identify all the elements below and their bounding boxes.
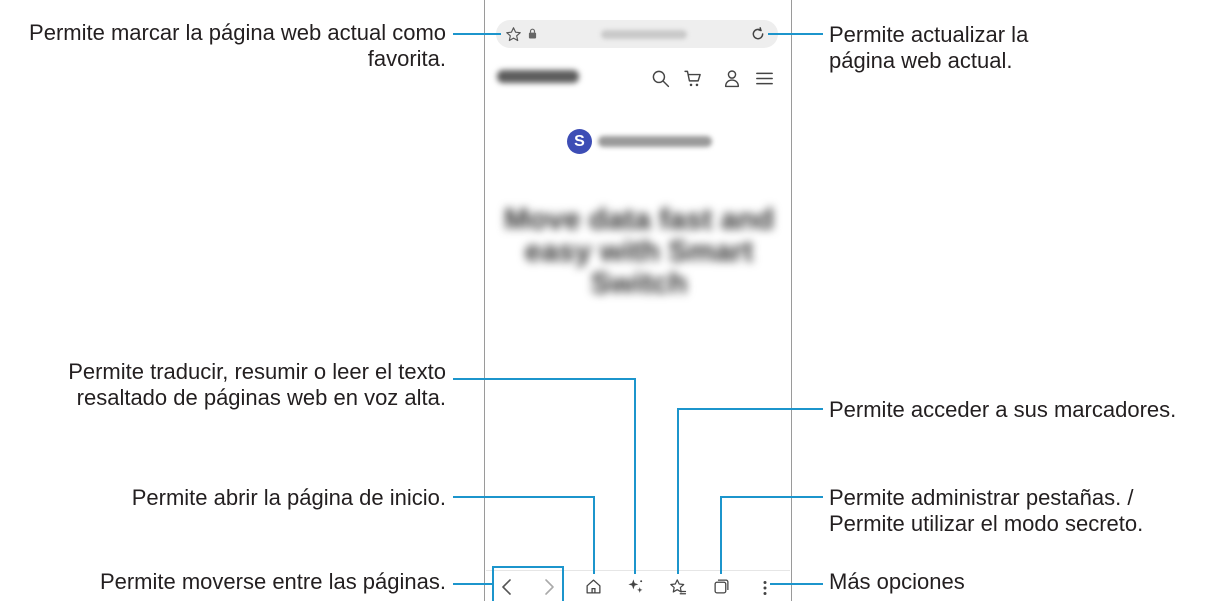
- smart-switch-name: [598, 136, 712, 147]
- cart-icon[interactable]: [683, 69, 703, 88]
- callout-bookmarks: Permite acceder a sus marcadores.: [829, 397, 1177, 422]
- leader-navigate: [453, 583, 492, 585]
- callout-translate: Permite traducir, resumir o leer el text…: [68, 359, 446, 410]
- callout-home: Permite abrir la página de inicio.: [131, 485, 446, 510]
- star-icon[interactable]: [505, 26, 522, 43]
- navigate-bracket: [492, 566, 564, 601]
- smart-switch-logo: S: [567, 129, 592, 154]
- home-icon[interactable]: [585, 578, 602, 595]
- person-icon[interactable]: [724, 69, 740, 88]
- hero-title: Move data fast and easy with Smart Switc…: [503, 203, 775, 300]
- leader-more: [770, 583, 823, 585]
- site-logo[interactable]: [497, 70, 579, 83]
- phone-screen: [484, 0, 792, 601]
- leader-tabs-v: [720, 496, 722, 574]
- more-icon[interactable]: [762, 580, 768, 596]
- search-icon[interactable]: [651, 69, 670, 88]
- tabs-icon[interactable]: [713, 578, 730, 595]
- leader-bookmarks-h: [677, 408, 823, 410]
- bookmarks-icon[interactable]: [669, 578, 687, 596]
- leader-home-h: [453, 496, 594, 498]
- leader-bookmark-page: [453, 33, 501, 35]
- leader-translate-v: [634, 378, 636, 574]
- lock-icon: [528, 28, 537, 39]
- leader-translate-h: [453, 378, 635, 380]
- leader-tabs-h: [720, 496, 823, 498]
- callout-navigate: Permite moverse entre las páginas.: [99, 569, 446, 594]
- callout-bookmark-page: Permite marcar la página web actual como…: [29, 20, 446, 71]
- callout-refresh: Permite actualizar la página web actual.: [829, 22, 1029, 73]
- refresh-icon[interactable]: [750, 26, 766, 42]
- ai-sparkle-icon[interactable]: [627, 578, 644, 595]
- url-text: [601, 30, 687, 39]
- leader-home-v: [593, 496, 595, 574]
- callout-more: Más opciones: [829, 569, 965, 594]
- menu-icon[interactable]: [756, 71, 773, 86]
- leader-refresh: [768, 33, 823, 35]
- leader-bookmarks-v: [677, 408, 679, 574]
- callout-tabs: Permite administrar pestañas. / Permite …: [829, 485, 1144, 536]
